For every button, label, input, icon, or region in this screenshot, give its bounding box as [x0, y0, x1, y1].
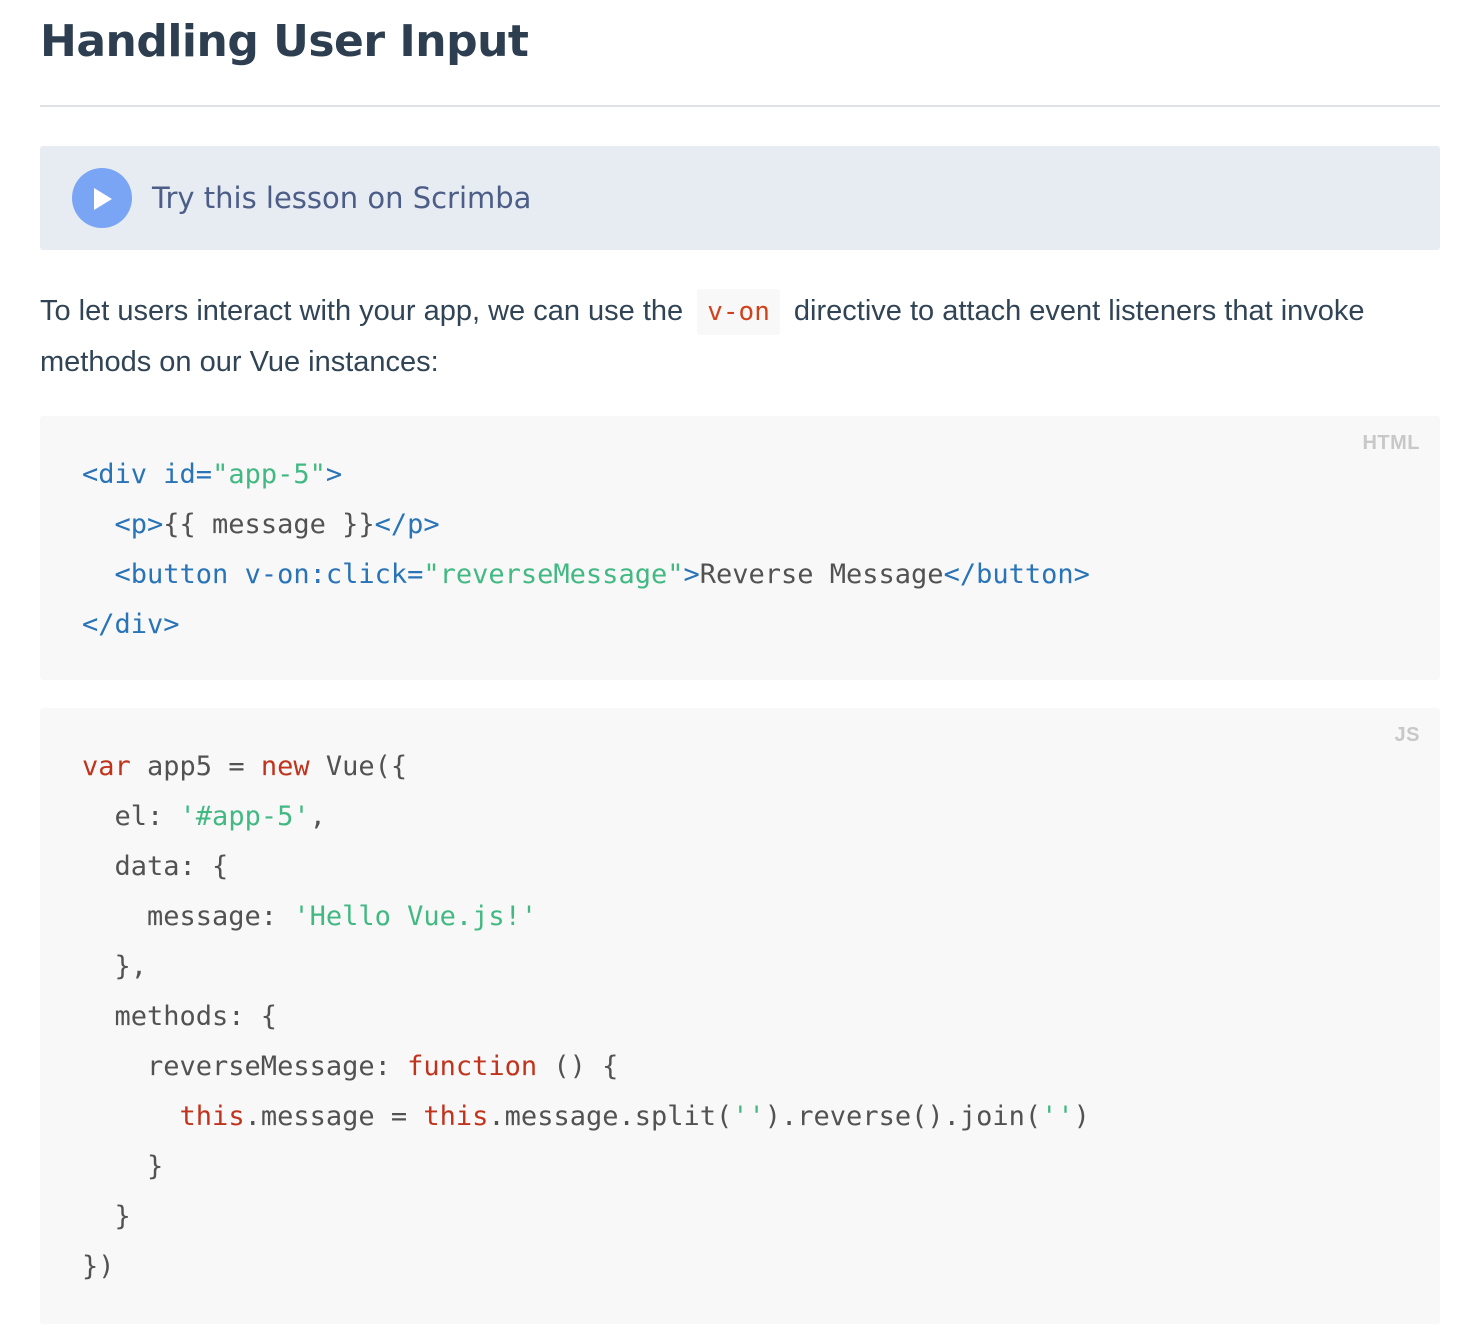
- intro-paragraph: To let users interact with your app, we …: [40, 286, 1450, 387]
- code-token: ,: [309, 801, 326, 832]
- js-code-block: JS var app5 = new Vue({ el: '#app-5', da…: [40, 708, 1440, 1324]
- code-language-label: JS: [1394, 724, 1420, 746]
- code-token: }): [82, 1251, 115, 1282]
- js-code-line: methods: {: [82, 992, 1090, 1042]
- js-code-line: }: [82, 1142, 1090, 1192]
- code-token: <button: [82, 559, 245, 590]
- code-token: </p>: [374, 509, 440, 540]
- code-token: message:: [82, 901, 294, 932]
- code-token: methods: {: [82, 1001, 278, 1032]
- scrimba-lesson-link[interactable]: Try this lesson on Scrimba: [40, 146, 1440, 250]
- code-token: >: [325, 459, 343, 490]
- code-token: '': [1041, 1101, 1074, 1132]
- js-code-line: el: '#app-5',: [82, 792, 1090, 842]
- js-code-line: }: [82, 1192, 1090, 1242]
- code-token: >: [683, 559, 700, 590]
- js-code-line: this.message = this.message.split('').re…: [82, 1092, 1090, 1142]
- code-token: this: [179, 1101, 245, 1132]
- code-token: <p>: [82, 509, 164, 540]
- code-token: reverseMessage:: [82, 1051, 408, 1082]
- code-token: app5 =: [130, 751, 261, 782]
- code-token: var: [82, 751, 131, 782]
- html-code-line: <button v-on:click="reverseMessage">Reve…: [82, 550, 1090, 600]
- play-icon[interactable]: [72, 168, 132, 228]
- html-code-block: HTML <div id="app-5"> <p>{{ message }}</…: [40, 416, 1440, 680]
- code-token: Vue({: [309, 751, 408, 782]
- section-heading: Handling User Input: [40, 16, 529, 67]
- js-code-line: message: 'Hello Vue.js!': [82, 892, 1090, 942]
- code-token: .message =: [244, 1101, 424, 1132]
- code-language-label: HTML: [1362, 432, 1420, 454]
- code-token: },: [82, 951, 148, 982]
- code-token: }: [82, 1151, 164, 1182]
- code-token: "app-5": [212, 459, 326, 490]
- js-code-line: reverseMessage: function () {: [82, 1042, 1090, 1092]
- js-code-line: },: [82, 942, 1090, 992]
- code-token: "reverseMessage": [423, 559, 684, 590]
- code-token: 'Hello Vue.js!': [293, 901, 538, 932]
- code-token: {{ message }}: [163, 509, 375, 540]
- js-code: var app5 = new Vue({ el: '#app-5', data:…: [82, 742, 1090, 1292]
- code-token: </button>: [943, 559, 1090, 590]
- code-token: '#app-5': [179, 801, 310, 832]
- heading-divider: [40, 105, 1440, 107]
- code-token: ).reverse().join(: [764, 1101, 1042, 1132]
- code-token: .message.split(: [488, 1101, 733, 1132]
- code-token: </div>: [82, 609, 180, 640]
- code-token: () {: [537, 1051, 619, 1082]
- html-code-line: <div id="app-5">: [82, 450, 1090, 500]
- code-token: ): [1073, 1101, 1090, 1132]
- code-token: v-on:click=: [244, 559, 424, 590]
- inline-code-v-on: v-on: [697, 289, 780, 335]
- code-token: el:: [82, 801, 180, 832]
- intro-text-before: To let users interact with your app, we …: [40, 295, 684, 327]
- scrimba-link-label[interactable]: Try this lesson on Scrimba: [152, 181, 531, 215]
- js-code-line: var app5 = new Vue({: [82, 742, 1090, 792]
- js-code-line: }): [82, 1242, 1090, 1292]
- html-code: <div id="app-5"> <p>{{ message }}</p> <b…: [82, 450, 1090, 650]
- js-code-line: data: {: [82, 842, 1090, 892]
- code-token: data: {: [82, 851, 229, 882]
- html-code-line: </div>: [82, 600, 1090, 650]
- code-token: id=: [163, 459, 213, 490]
- code-token: function: [407, 1051, 538, 1082]
- code-token: '': [732, 1101, 765, 1132]
- code-token: }: [82, 1201, 131, 1232]
- code-token: this: [423, 1101, 489, 1132]
- html-code-line: <p>{{ message }}</p>: [82, 500, 1090, 550]
- code-token: <div: [82, 459, 164, 490]
- code-token: Reverse Message: [699, 559, 944, 590]
- code-token: new: [260, 751, 310, 782]
